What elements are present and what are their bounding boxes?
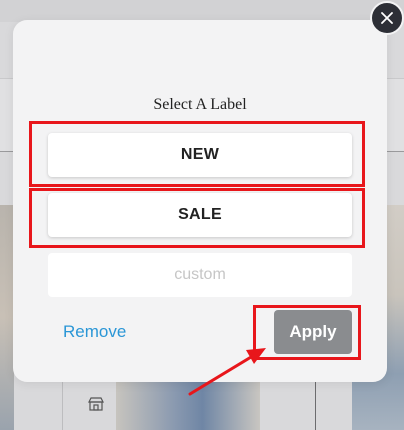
background-header-band (0, 0, 404, 22)
close-button[interactable] (370, 1, 404, 35)
background-divider (62, 382, 63, 430)
highlight-box-new (29, 121, 365, 187)
background-product-image-left (0, 205, 14, 430)
background-divider (315, 382, 316, 430)
remove-button[interactable]: Remove (63, 322, 126, 342)
close-icon (381, 12, 393, 24)
store-icon (88, 396, 104, 412)
highlight-box-sale (29, 188, 365, 248)
dialog-title: Select A Label (153, 96, 247, 113)
highlight-box-apply (253, 305, 361, 360)
background-product-image-center (116, 382, 260, 430)
custom-label-input[interactable] (48, 253, 352, 297)
